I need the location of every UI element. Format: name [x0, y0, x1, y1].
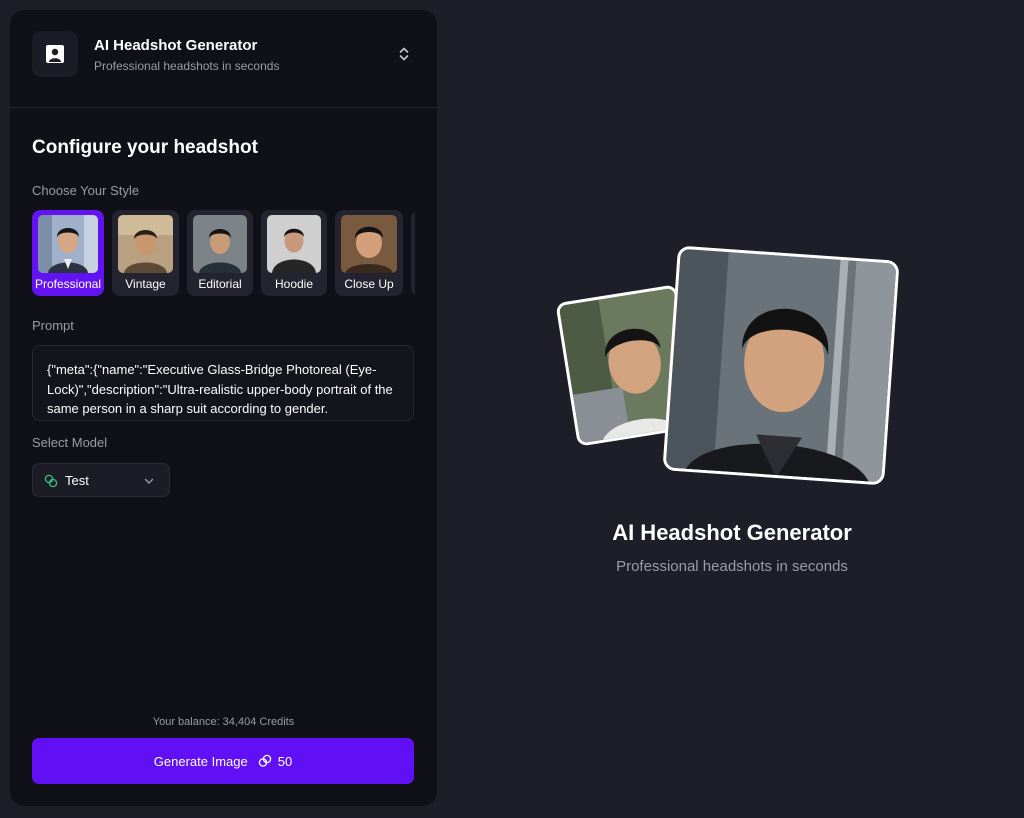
style-card-close-up[interactable]: Close Up — [335, 210, 403, 296]
style-picker: Professional Vintage Editorial Hoodie Cl… — [32, 210, 415, 298]
credit-balance: Your balance: 34,404 Credits — [152, 716, 295, 728]
style-card-vintage[interactable]: Vintage — [112, 210, 179, 296]
style-card-more[interactable] — [411, 210, 415, 296]
coins-icon — [258, 754, 271, 767]
hero-title: AI Headshot Generator — [612, 520, 852, 545]
style-thumbnail — [193, 215, 247, 273]
generate-cost: 50 — [277, 753, 293, 769]
section-title: Configure your headshot — [32, 137, 258, 158]
style-label-text: Editorial — [198, 277, 242, 291]
app-header: AI Headshot Generator Professional heads… — [10, 10, 437, 108]
coins-icon — [44, 474, 58, 488]
model-label: Select Model — [32, 435, 108, 450]
chevron-down-icon — [144, 478, 154, 484]
model-value: Test — [65, 473, 89, 488]
style-label-text: Hoodie — [274, 277, 314, 291]
style-label-text: Professional — [34, 277, 102, 291]
style-thumbnail — [118, 215, 173, 273]
generate-label: Generate Image — [153, 753, 248, 769]
generate-image-button[interactable]: Generate Image 50 — [32, 738, 414, 784]
style-label-text: Close Up — [344, 277, 394, 291]
style-label-text: Vintage — [125, 277, 166, 291]
sample-headshot-professional — [662, 245, 900, 486]
app-title: AI Headshot Generator — [94, 37, 258, 54]
config-panel: AI Headshot Generator Professional heads… — [10, 10, 437, 806]
chevron-updown-icon[interactable] — [394, 44, 414, 64]
style-thumbnail — [38, 215, 98, 273]
style-thumbnail — [341, 215, 397, 273]
style-card-professional[interactable]: Professional — [32, 210, 104, 296]
style-card-editorial[interactable]: Editorial — [187, 210, 253, 296]
prompt-textarea[interactable]: {"meta":{"name":"Executive Glass-Bridge … — [32, 345, 414, 421]
model-select[interactable]: Test — [32, 463, 170, 497]
style-label: Choose Your Style — [32, 183, 139, 198]
style-card-hoodie[interactable]: Hoodie — [261, 210, 327, 296]
prompt-label: Prompt — [32, 318, 74, 333]
portrait-icon — [32, 31, 78, 77]
hero-subtitle: Professional headshots in seconds — [616, 558, 848, 575]
app-subtitle: Professional headshots in seconds — [94, 59, 280, 73]
style-thumbnail — [267, 215, 321, 273]
